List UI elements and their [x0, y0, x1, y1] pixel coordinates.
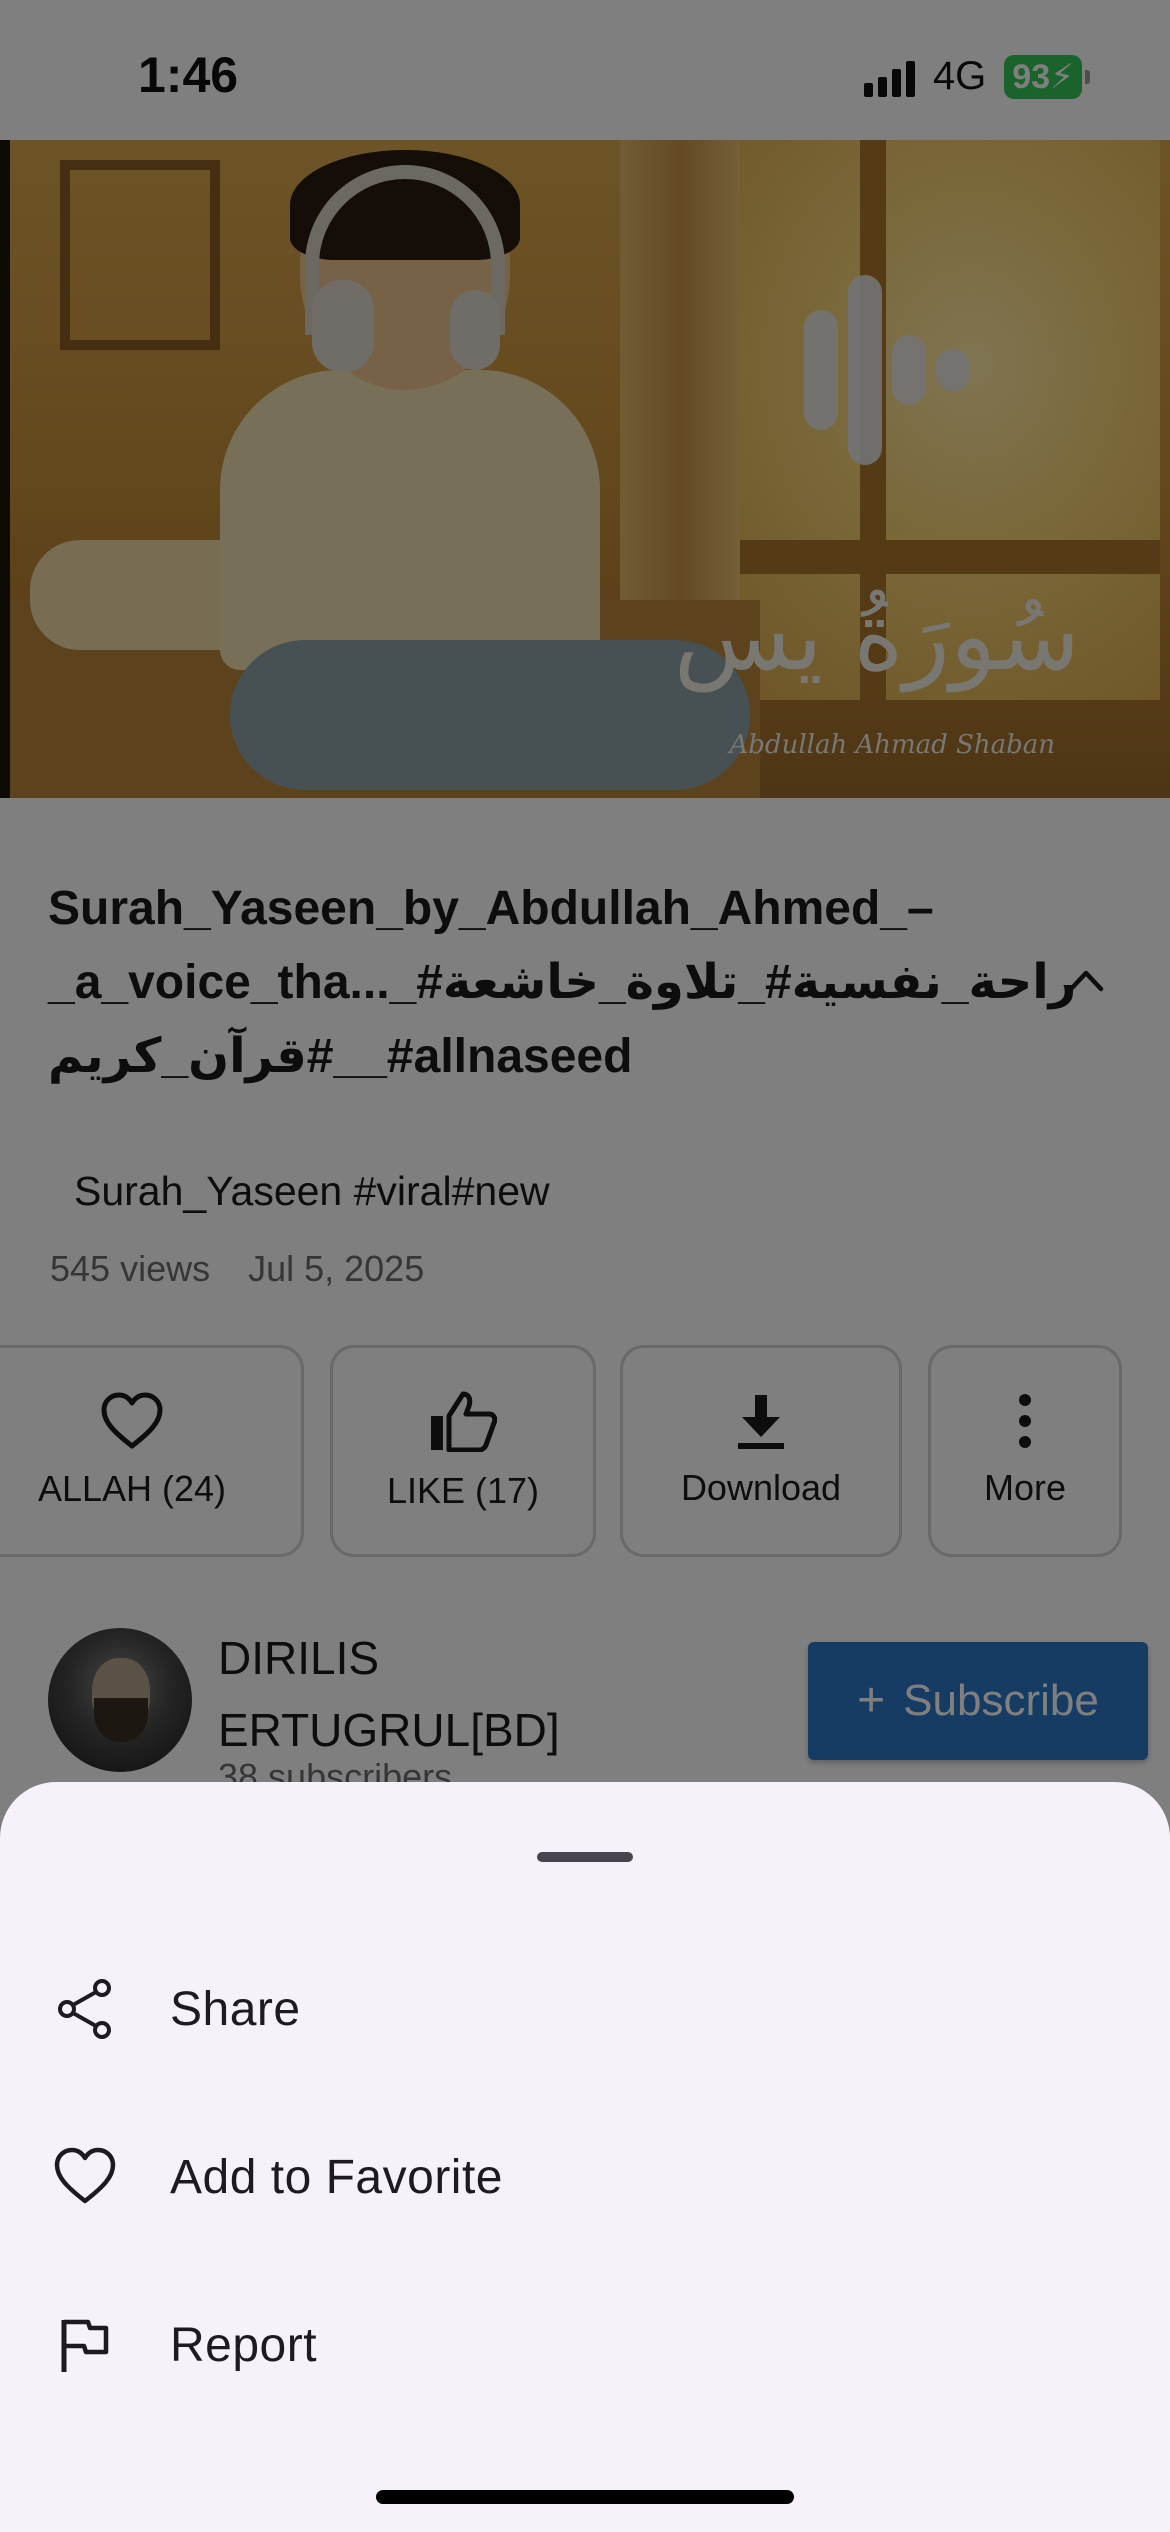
- home-indicator[interactable]: [376, 2490, 794, 2504]
- share-option[interactable]: Share: [0, 1934, 1170, 2084]
- drag-handle[interactable]: [537, 1852, 633, 1862]
- options-bottom-sheet: Share Add to Favorite Report: [0, 1782, 1170, 2532]
- share-label: Share: [170, 1982, 301, 2036]
- add-to-favorite-label: Add to Favorite: [170, 2150, 503, 2204]
- flag-icon: [61, 2319, 109, 2372]
- add-to-favorite-option[interactable]: Add to Favorite: [0, 2102, 1170, 2252]
- share-icon: [58, 1979, 111, 2039]
- screen: 1:46 4G 93⚡: [0, 0, 1170, 2532]
- report-label: Report: [170, 2318, 318, 2372]
- heart-outline-icon: [54, 2147, 116, 2204]
- report-option[interactable]: Report: [0, 2270, 1170, 2420]
